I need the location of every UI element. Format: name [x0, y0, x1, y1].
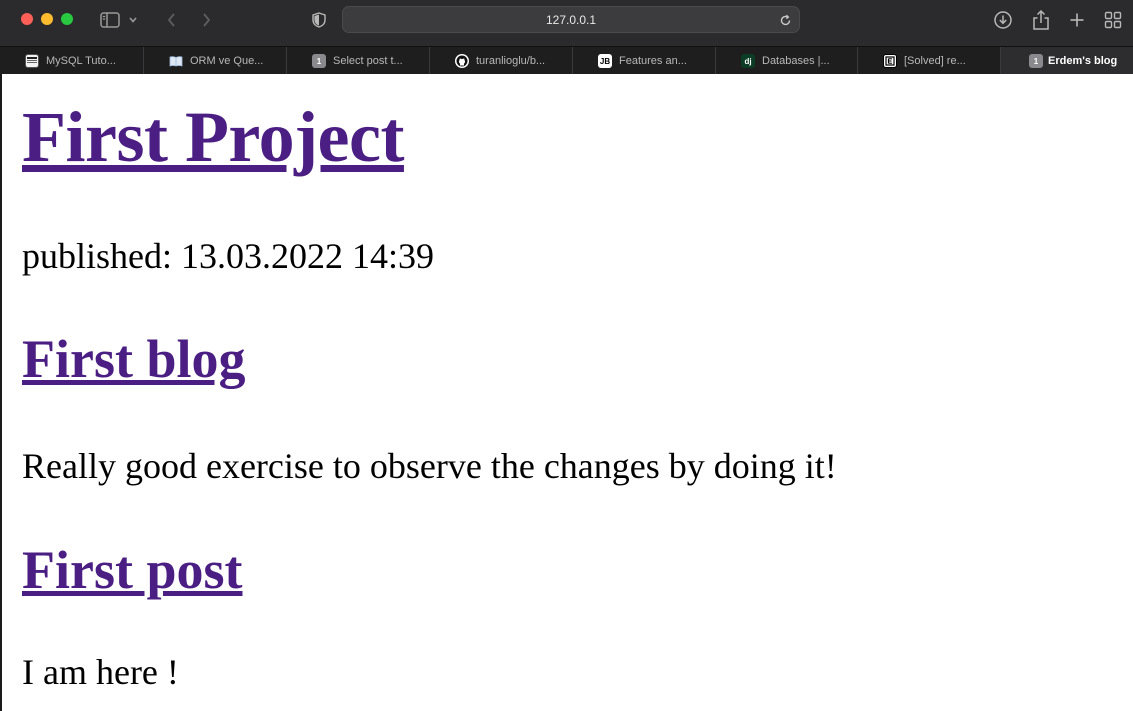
tab-erdems-blog[interactable]: 1 Erdem's blog — [1001, 47, 1133, 74]
tab-mysql-tutorial[interactable]: MySQL Tuto... — [0, 47, 144, 74]
tab-strip: MySQL Tuto... ORM ve Que... 1 Select pos… — [0, 46, 1133, 74]
tab-features[interactable]: JB Features an... — [573, 47, 716, 74]
chevron-right-icon[interactable] — [195, 9, 217, 31]
tab-label: MySQL Tuto... — [46, 55, 116, 67]
tab-favicon: JB — [598, 54, 612, 68]
maximize-window-button[interactable] — [61, 13, 73, 25]
tab-favicon: 1 — [312, 54, 326, 68]
tab-orm[interactable]: ORM ve Que... — [144, 47, 287, 74]
chevron-left-icon[interactable] — [161, 9, 183, 31]
shield-icon[interactable] — [308, 9, 330, 31]
blog-description: Really good exercise to observe the chan… — [22, 446, 837, 486]
blog-title: First blog — [22, 328, 246, 390]
tab-label: Select post t... — [333, 55, 403, 67]
post-body: I am here ! — [22, 652, 179, 692]
tab-label: Erdem's blog — [1048, 55, 1118, 67]
table-icon — [25, 54, 39, 68]
github-icon — [455, 54, 469, 68]
book-icon — [169, 54, 183, 68]
solved-icon — [883, 54, 897, 68]
chevron-down-icon[interactable] — [126, 9, 140, 31]
tab-databases[interactable]: dj Databases |... — [716, 47, 858, 74]
address-text[interactable]: 127.0.0.1 — [343, 13, 799, 27]
download-icon[interactable] — [992, 9, 1014, 31]
tab-label: ORM ve Que... — [190, 55, 264, 67]
plus-icon[interactable] — [1066, 9, 1088, 31]
share-icon[interactable] — [1030, 9, 1052, 31]
tab-solved[interactable]: [Solved] re... — [858, 47, 1001, 74]
page-content: First Project published: 13.03.2022 14:3… — [0, 74, 1133, 711]
tab-favicon: 1 — [1029, 54, 1043, 68]
project-title-link[interactable]: First Project — [22, 97, 404, 177]
tab-select-post[interactable]: 1 Select post t... — [287, 47, 430, 74]
blog-title-link[interactable]: First blog — [22, 329, 246, 389]
post-title-link[interactable]: First post — [22, 540, 242, 600]
tab-label: Features an... — [619, 55, 687, 67]
reload-icon[interactable] — [777, 12, 793, 28]
tab-label: Databases |... — [762, 55, 830, 67]
close-window-button[interactable] — [21, 13, 33, 25]
project-title: First Project — [22, 94, 404, 180]
browser-toolbar: 127.0.0.1 — [0, 0, 1133, 46]
minimize-window-button[interactable] — [41, 13, 53, 25]
tab-label: [Solved] re... — [904, 55, 966, 67]
browser-window: 127.0.0.1 MySQL Tuto... ORM ve Que... 1 … — [0, 0, 1133, 711]
tab-label: turanlioglu/b... — [476, 55, 546, 67]
sidebar-icon[interactable] — [99, 9, 121, 31]
grid-icon[interactable] — [1102, 9, 1124, 31]
tab-github[interactable]: turanlioglu/b... — [430, 47, 573, 74]
tab-favicon: dj — [741, 54, 755, 68]
published-date: published: 13.03.2022 14:39 — [22, 236, 434, 276]
address-bar[interactable]: 127.0.0.1 — [342, 6, 800, 33]
post-title: First post — [22, 539, 242, 601]
